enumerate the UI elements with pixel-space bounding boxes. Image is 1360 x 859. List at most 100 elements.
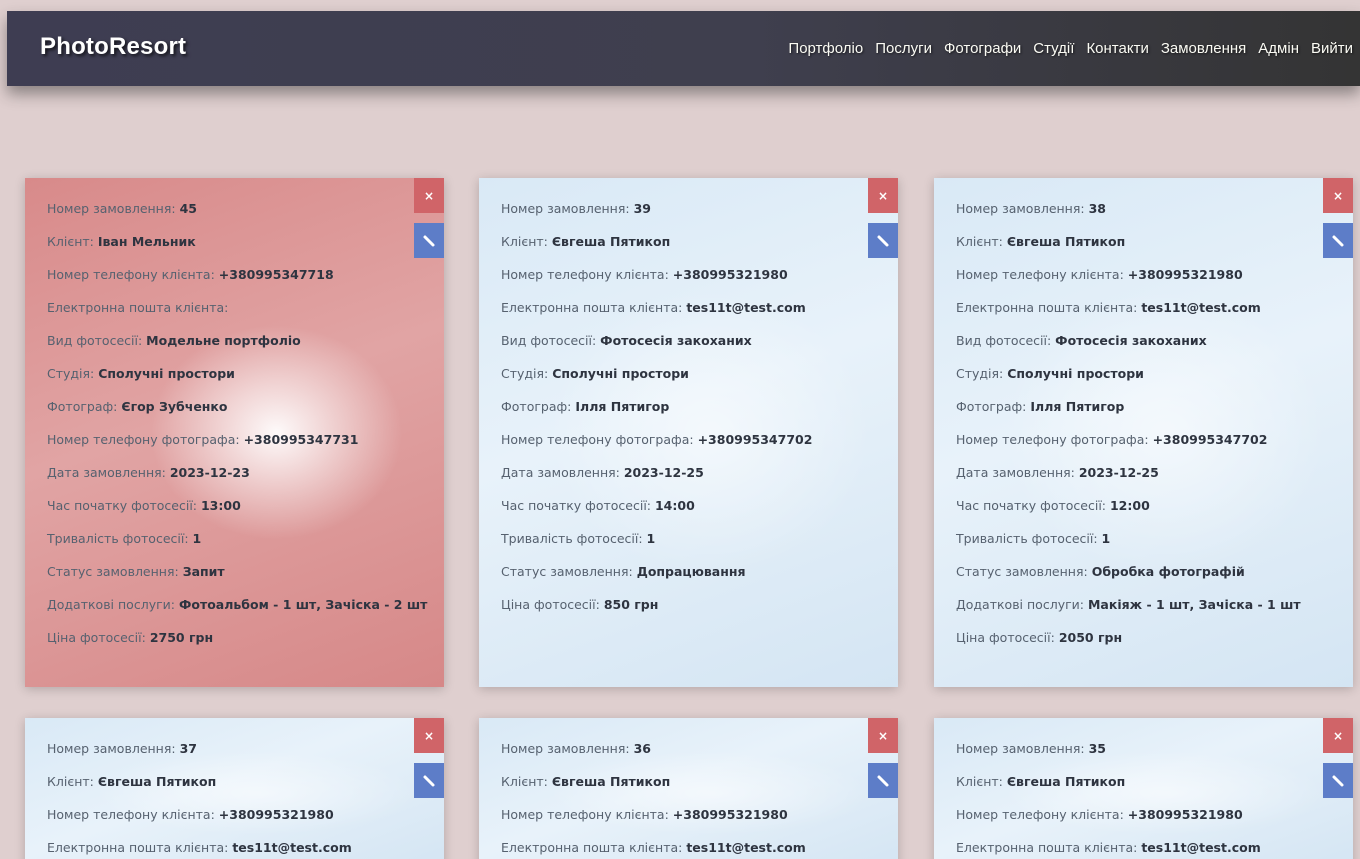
field-value: 1 — [646, 531, 656, 546]
field-value: +380995347731 — [243, 432, 359, 447]
page: PhotoResort Портфоліо Послуги Фотографи … — [0, 0, 1360, 859]
field-label: Номер телефону клієнта: — [501, 267, 669, 282]
field-label: Номер телефону клієнта: — [501, 807, 669, 822]
order-card: Номер замовлення: 39 Клієнт: Євгеша Пятик… — [479, 178, 898, 687]
delete-order-button[interactable]: × — [1323, 718, 1353, 753]
field-value: Єгор Зубченко — [121, 399, 228, 414]
order-field: Електронна пошта клієнта: tes11t@test.co… — [956, 840, 1261, 859]
delete-order-button[interactable]: × — [1323, 178, 1353, 213]
delete-order-button[interactable]: × — [868, 718, 898, 753]
order-field: Вид фотосесії: Модельне портфоліо — [47, 333, 427, 366]
field-label: Тривалість фотосесії: — [956, 531, 1098, 546]
field-label: Студія: — [501, 366, 549, 381]
field-value: 45 — [179, 201, 197, 216]
field-label: Електронна пошта клієнта: — [501, 840, 683, 855]
delete-order-button[interactable]: × — [414, 718, 444, 753]
field-label: Статус замовлення: — [956, 564, 1088, 579]
nav-item-photographers[interactable]: Фотографи — [944, 40, 1021, 57]
field-value: 39 — [633, 201, 651, 216]
field-label: Вид фотосесії: — [47, 333, 143, 348]
field-value: tes11t@test.com — [686, 300, 806, 315]
field-label: Номер телефону клієнта: — [47, 807, 215, 822]
nav-item-orders[interactable]: Замовлення — [1161, 40, 1246, 57]
order-field: Клієнт: Євгеша Пятикоп — [956, 234, 1301, 267]
field-label: Фотограф: — [956, 399, 1027, 414]
nav-item-admin[interactable]: Адмін — [1258, 40, 1299, 57]
order-field: Клієнт: Євгеша Пятикоп — [47, 774, 352, 807]
order-field: Номер телефону клієнта: +380995321980 — [501, 807, 806, 840]
field-value: Євгеша Пятикоп — [551, 774, 671, 789]
order-field: Фотограф: Єгор Зубченко — [47, 399, 427, 432]
field-value: tes11t@test.com — [1141, 840, 1261, 855]
edit-order-button[interactable] — [414, 223, 444, 258]
nav-item-studios[interactable]: Студії — [1033, 40, 1074, 57]
pencil-icon — [877, 235, 889, 246]
pencil-icon — [1332, 775, 1344, 786]
edit-order-button[interactable] — [1323, 223, 1353, 258]
nav-item-contacts[interactable]: Контакти — [1086, 40, 1148, 57]
order-field: Статус замовлення: Запит — [47, 564, 427, 597]
field-value: 1 — [1101, 531, 1111, 546]
field-label: Час початку фотосесії: — [501, 498, 651, 513]
nav-item-services[interactable]: Послуги — [875, 40, 932, 57]
order-field: Ціна фотосесії: 2750 грн — [47, 630, 427, 663]
pencil-icon — [1332, 235, 1344, 246]
brand-logo[interactable]: PhotoResort — [40, 33, 186, 61]
order-field: Електронна пошта клієнта: tes11t@test.co… — [956, 300, 1301, 333]
field-label: Номер телефону клієнта: — [956, 807, 1124, 822]
field-label: Номер телефону клієнта: — [47, 267, 215, 282]
order-field: Час початку фотосесії: 14:00 — [501, 498, 812, 531]
field-label: Дата замовлення: — [47, 465, 166, 480]
order-field: Номер телефону фотографа: +380995347731 — [47, 432, 427, 465]
order-field: Статус замовлення: Допрацювання — [501, 564, 812, 597]
field-value: +380995321980 — [1127, 267, 1243, 282]
edit-order-button[interactable] — [414, 763, 444, 798]
field-label: Клієнт: — [956, 774, 1003, 789]
order-field: Номер замовлення: 45 — [47, 201, 427, 234]
field-value: 2023-12-25 — [1078, 465, 1159, 480]
edit-order-button[interactable] — [868, 223, 898, 258]
nav-item-portfolio[interactable]: Портфоліо — [788, 40, 863, 57]
close-icon: × — [877, 728, 889, 743]
order-field: Клієнт: Євгеша Пятикоп — [956, 774, 1261, 807]
order-field: Номер замовлення: 38 — [956, 201, 1301, 234]
order-field: Вид фотосесії: Фотосесія закоханих — [501, 333, 812, 366]
order-field: Номер замовлення: 35 — [956, 741, 1261, 774]
field-value: Запит — [182, 564, 225, 579]
order-fields: Номер замовлення: 36 Клієнт: Євгеша Пятик… — [501, 741, 806, 859]
field-label: Додаткові послуги: — [47, 597, 175, 612]
delete-order-button[interactable]: × — [868, 178, 898, 213]
order-fields: Номер замовлення: 39 Клієнт: Євгеша Пятик… — [501, 201, 812, 630]
delete-order-button[interactable]: × — [414, 178, 444, 213]
order-field: Студія: Сполучні простори — [501, 366, 812, 399]
field-label: Час початку фотосесії: — [956, 498, 1106, 513]
order-fields: Номер замовлення: 35 Клієнт: Євгеша Пятик… — [956, 741, 1261, 859]
field-label: Клієнт: — [47, 234, 94, 249]
pencil-icon — [877, 775, 889, 786]
field-value: Допрацювання — [636, 564, 746, 579]
field-label: Номер телефону клієнта: — [956, 267, 1124, 282]
order-field: Додаткові послуги: Макіяж - 1 шт, Зачіск… — [956, 597, 1301, 630]
order-field: Фотограф: Ілля Пятигор — [501, 399, 812, 432]
field-value: 37 — [179, 741, 197, 756]
field-label: Електронна пошта клієнта: — [47, 840, 229, 855]
field-label: Електронна пошта клієнта: — [956, 840, 1138, 855]
order-field: Електронна пошта клієнта: tes11t@test.co… — [501, 300, 812, 333]
close-icon: × — [1332, 188, 1344, 203]
field-label: Дата замовлення: — [956, 465, 1075, 480]
order-field: Тривалість фотосесії: 1 — [956, 531, 1301, 564]
field-value: +380995321980 — [672, 807, 788, 822]
order-field: Номер телефону клієнта: +380995321980 — [501, 267, 812, 300]
field-label: Номер замовлення: — [47, 201, 176, 216]
edit-order-button[interactable] — [868, 763, 898, 798]
pencil-icon — [423, 235, 435, 246]
nav-item-logout[interactable]: Вийти — [1311, 40, 1353, 57]
field-value: +380995347702 — [1152, 432, 1268, 447]
field-value: Фотосесія закоханих — [1055, 333, 1207, 348]
field-label: Час початку фотосесії: — [47, 498, 197, 513]
field-value: tes11t@test.com — [232, 840, 352, 855]
edit-order-button[interactable] — [1323, 763, 1353, 798]
field-value: 38 — [1088, 201, 1106, 216]
order-field: Тривалість фотосесії: 1 — [501, 531, 812, 564]
field-value: +380995321980 — [672, 267, 788, 282]
